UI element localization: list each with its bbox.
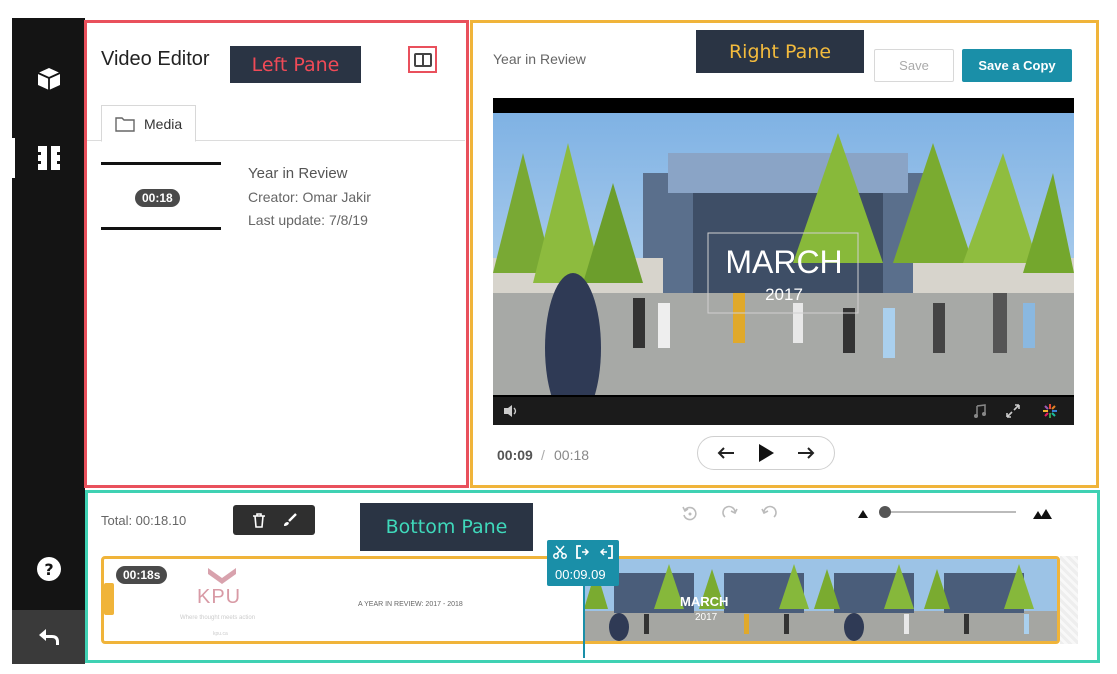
- film-year-text: 2017: [695, 612, 718, 623]
- media-entry-updated: Last update: 7/8/19: [248, 212, 368, 228]
- tab-media-label: Media: [144, 115, 183, 132]
- media-thumbnail[interactable]: 00:18: [101, 162, 221, 230]
- back-button[interactable]: [12, 610, 85, 664]
- zoom-out-icon: [858, 510, 868, 518]
- kpu-logo-text: KPU: [197, 586, 242, 608]
- video-frame: MARCH 2017: [493, 113, 1074, 395]
- sidebar: ?: [12, 18, 85, 664]
- cube-icon[interactable]: [12, 54, 85, 104]
- layout-toggle-button[interactable]: [408, 46, 437, 73]
- timeline-empty-region: [1060, 556, 1078, 644]
- media-entry-title[interactable]: Year in Review: [248, 165, 348, 182]
- undo-icon: [761, 505, 777, 518]
- right-pane-label: Right Pane: [696, 30, 864, 73]
- media-entry-creator: Creator: Omar Jakir: [248, 189, 371, 205]
- save-a-copy-button[interactable]: Save a Copy: [962, 49, 1072, 82]
- svg-text:?: ?: [44, 560, 53, 579]
- video-overlay-title: MARCH: [725, 244, 842, 280]
- playhead-time: 00:09.09: [555, 567, 606, 582]
- tab-media[interactable]: Media: [101, 105, 196, 142]
- playback-controls: [697, 436, 835, 470]
- left-pane-label: Left Pane: [230, 46, 361, 83]
- playhead-line[interactable]: [583, 586, 585, 658]
- edit-brush-icon[interactable]: [282, 512, 298, 528]
- clip-toolbar: [233, 505, 315, 535]
- play-icon: [759, 444, 774, 462]
- page-title: Video Editor: [101, 48, 210, 70]
- arrow-right-icon: [798, 447, 815, 459]
- video-title: Year in Review: [493, 51, 586, 67]
- current-time: 00:09: [497, 447, 533, 463]
- trim-end-icon: [599, 545, 613, 559]
- save-button[interactable]: Save: [874, 49, 954, 82]
- redo-button[interactable]: [718, 502, 742, 526]
- video-editor-screen: ? Video Editor Media 00:18 Year in Revie…: [0, 0, 1117, 674]
- film-title-text: MARCH: [680, 594, 729, 609]
- play-button[interactable]: [752, 439, 780, 467]
- zoom-out-button[interactable]: [851, 502, 875, 526]
- kpu-tagline: Where thought meets action: [180, 615, 256, 621]
- reset-icon: [682, 506, 697, 521]
- step-forward-button[interactable]: [792, 439, 820, 467]
- title-card-text: A YEAR IN REVIEW: 2017 - 2018: [358, 601, 463, 608]
- folder-icon: [115, 116, 135, 132]
- fullscreen-icon[interactable]: [1006, 404, 1020, 418]
- trash-icon[interactable]: [251, 512, 267, 528]
- step-back-button[interactable]: [712, 439, 740, 467]
- clip-duration-badge: 00:18s: [116, 566, 168, 584]
- clip-trim-handle-left[interactable]: [104, 583, 114, 615]
- zoom-in-button[interactable]: [1031, 502, 1055, 526]
- timeline-film-thumbnails: [584, 559, 1057, 641]
- timeline-total-duration: Total: 00:18.10: [101, 513, 187, 528]
- reset-button[interactable]: [678, 502, 702, 526]
- set-out-point-button[interactable]: [598, 544, 614, 560]
- total-time: 00:18: [554, 447, 590, 463]
- trim-start-icon: [576, 545, 590, 559]
- set-in-point-button[interactable]: [575, 544, 591, 560]
- duration-badge: 00:18: [135, 189, 180, 207]
- audio-track-icon[interactable]: [973, 404, 987, 418]
- video-overlay-year: 2017: [765, 285, 803, 304]
- back-arrow-icon: [38, 629, 59, 645]
- redo-icon: [722, 505, 738, 518]
- split-view-icon: [413, 52, 432, 67]
- zoom-slider-track[interactable]: [880, 511, 1016, 513]
- undo-button[interactable]: [757, 502, 781, 526]
- arrow-left-icon: [717, 447, 734, 459]
- left-pane-frame: [84, 20, 469, 488]
- help-icon[interactable]: ?: [12, 544, 85, 594]
- kpu-url: kpu.ca: [213, 631, 228, 637]
- film-icon[interactable]: [12, 133, 85, 183]
- split-button[interactable]: [552, 544, 568, 560]
- bottom-pane-label: Bottom Pane: [360, 503, 533, 551]
- zoom-slider-knob[interactable]: [879, 506, 891, 518]
- scissors-icon: [553, 545, 567, 559]
- video-controls-bar: [493, 397, 1074, 425]
- time-separator: /: [541, 447, 545, 463]
- kaltura-logo-icon: [1043, 404, 1057, 418]
- video-player[interactable]: MARCH 2017: [493, 98, 1074, 425]
- volume-icon[interactable]: [503, 404, 519, 418]
- zoom-in-icon: [1033, 509, 1052, 519]
